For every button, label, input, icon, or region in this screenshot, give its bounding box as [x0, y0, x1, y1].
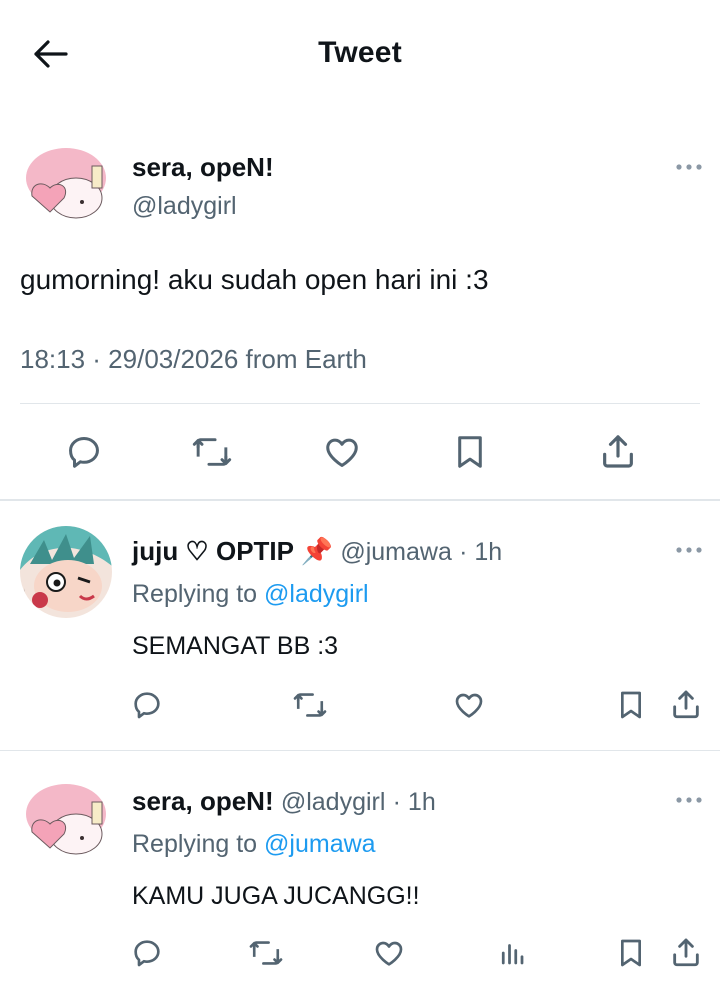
- share-icon[interactable]: [668, 686, 704, 722]
- more-icon[interactable]: [674, 160, 704, 174]
- avatar[interactable]: [20, 526, 112, 618]
- divider: [0, 750, 720, 751]
- reply-header: sera, opeN! @ladygirl · 1h: [132, 786, 436, 817]
- tweet-text: SEMANGAT BB :3: [132, 632, 339, 660]
- retweet-icon[interactable]: [190, 432, 234, 472]
- replying-prefix: Replying to: [132, 580, 258, 608]
- timestamp[interactable]: · 1h: [459, 538, 502, 566]
- reply-icon[interactable]: [130, 688, 164, 722]
- bookmark-icon[interactable]: [452, 432, 488, 472]
- avatar[interactable]: [20, 776, 112, 868]
- reply-icon[interactable]: [64, 432, 104, 472]
- top-bar: Tweet: [0, 0, 720, 108]
- divider: [0, 499, 720, 501]
- tweet-text: KAMU JUGA JUCANGG!!: [132, 882, 420, 910]
- display-name[interactable]: sera, opeN!: [132, 786, 274, 816]
- bookmark-icon[interactable]: [616, 936, 646, 970]
- like-icon[interactable]: [452, 688, 486, 722]
- handle[interactable]: @jumawa: [340, 538, 452, 566]
- like-icon[interactable]: [372, 936, 406, 970]
- display-name[interactable]: sera, opeN!: [132, 152, 274, 183]
- page-title: Tweet: [318, 36, 402, 69]
- reply-icon[interactable]: [130, 936, 164, 970]
- tweet-text: gumorning! aku sudah open hari ini :3: [20, 264, 489, 295]
- share-icon[interactable]: [668, 934, 704, 970]
- retweet-icon[interactable]: [292, 688, 328, 722]
- timestamp[interactable]: · 1h: [393, 788, 436, 816]
- like-icon[interactable]: [320, 432, 364, 472]
- avatar[interactable]: [20, 140, 112, 232]
- more-icon[interactable]: [674, 543, 704, 557]
- display-name[interactable]: juju ♡ OPTIP 📌: [132, 536, 333, 566]
- replying-prefix: Replying to: [132, 830, 258, 858]
- tweet-meta: 18:13 · 29/03/2026 from Earth: [20, 344, 367, 374]
- handle[interactable]: @ladygirl: [281, 788, 386, 816]
- replying-to: Replying to @jumawa: [132, 830, 376, 859]
- replying-to: Replying to @ladygirl: [132, 580, 369, 609]
- replying-to-link[interactable]: @jumawa: [264, 830, 376, 858]
- bookmark-icon[interactable]: [616, 688, 646, 722]
- reply-header: juju ♡ OPTIP 📌 @jumawa · 1h: [132, 536, 502, 567]
- replying-to-link[interactable]: @ladygirl: [264, 580, 369, 608]
- share-icon[interactable]: [596, 430, 640, 472]
- retweet-icon[interactable]: [248, 936, 284, 970]
- more-icon[interactable]: [674, 793, 704, 807]
- handle[interactable]: @ladygirl: [132, 192, 237, 221]
- views-icon[interactable]: [496, 936, 528, 970]
- divider: [20, 403, 700, 404]
